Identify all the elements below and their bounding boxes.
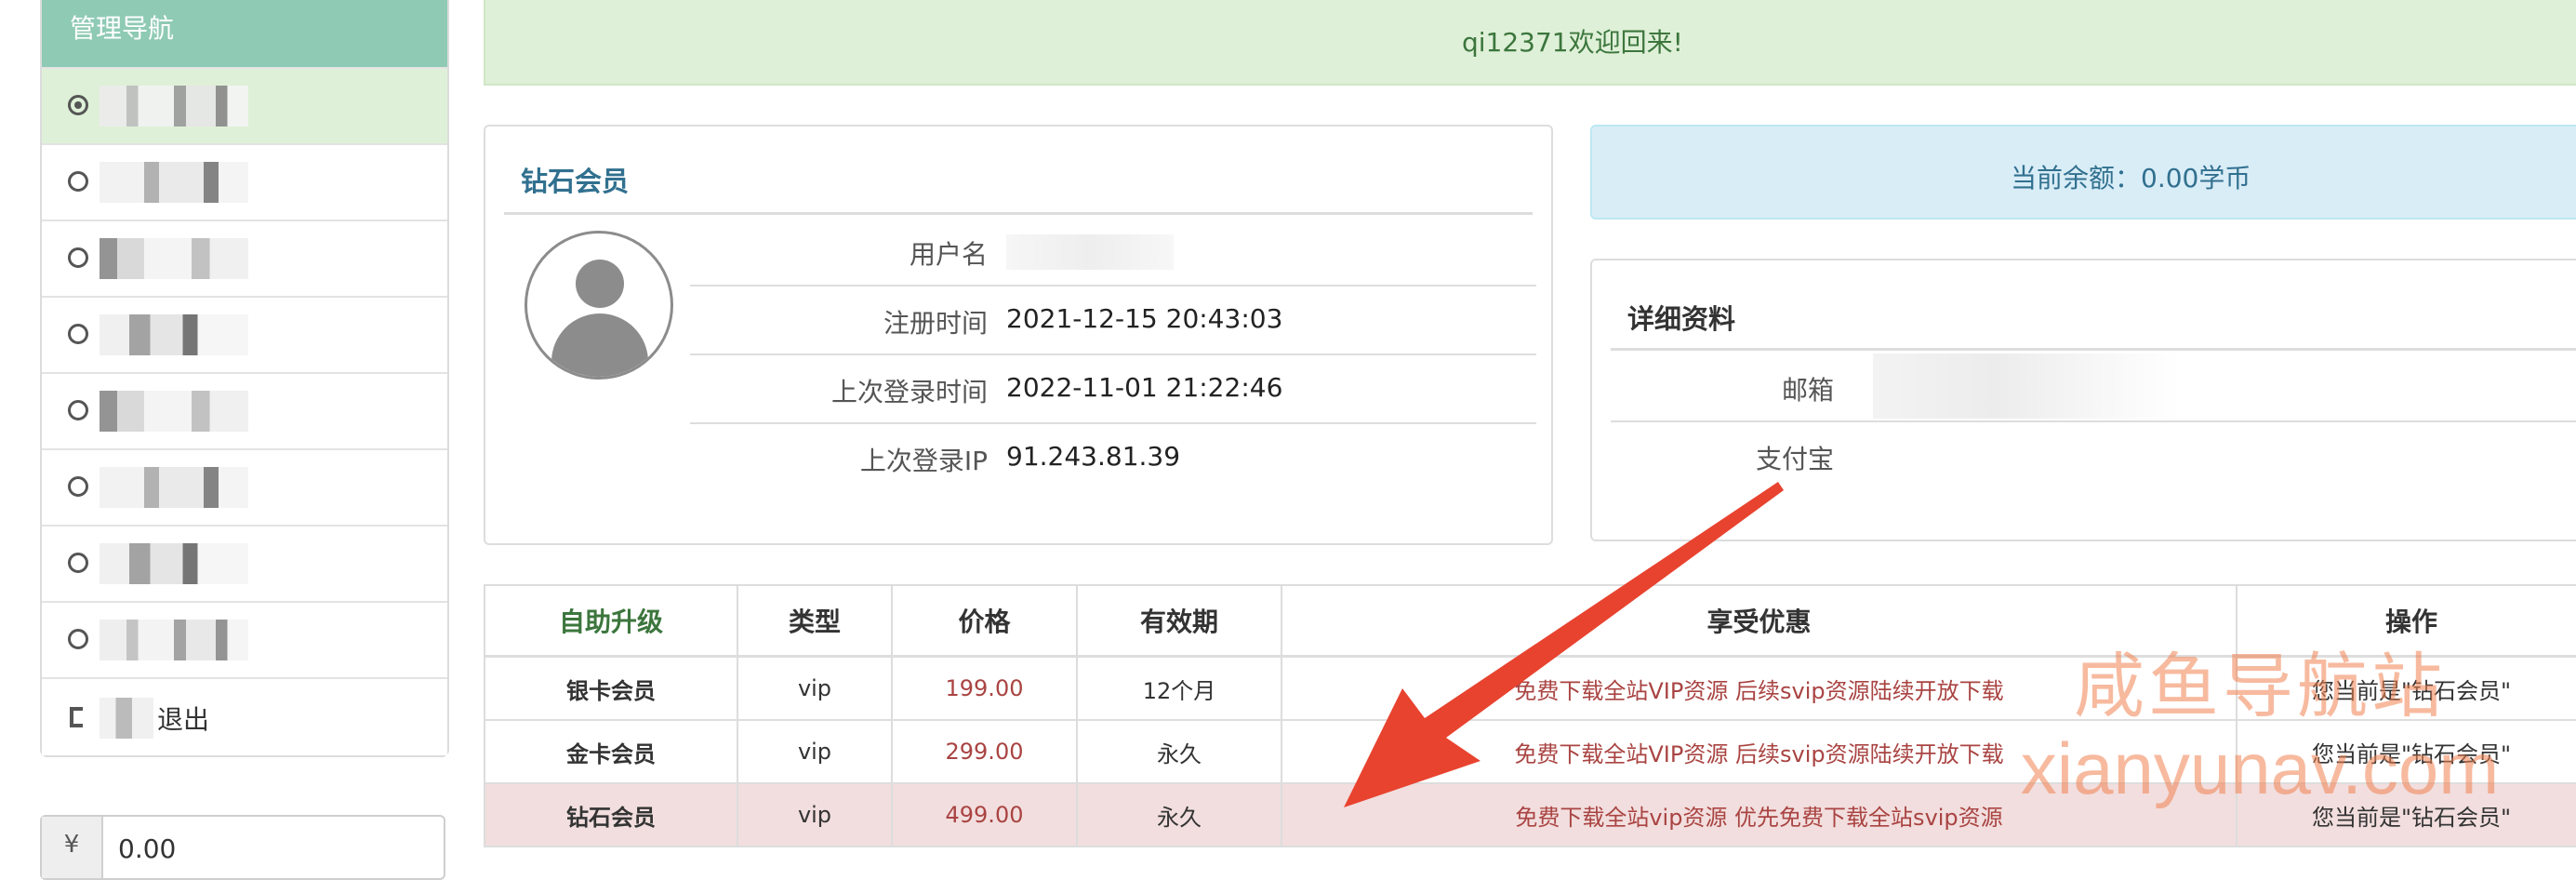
member-action: 您当前是"钻石会员" bbox=[2236, 655, 2576, 721]
redacted-label bbox=[100, 86, 248, 127]
radio-checked-icon bbox=[68, 95, 88, 115]
profile-panel: 钻石会员 用户名 注册时间 2021-12-15 20:43:03 上次登录时间… bbox=[484, 125, 1553, 545]
radio-icon bbox=[68, 476, 88, 497]
member-benefit: 免费下载全站VIP资源 后续svip资源陆续开放下载 bbox=[1281, 655, 2237, 721]
column-header: 自助升级 bbox=[484, 584, 738, 658]
sidebar-item-2[interactable] bbox=[42, 143, 447, 220]
redacted-label bbox=[100, 467, 248, 508]
member-benefit: 免费下载全站vip资源 优先免费下载全站svip资源 bbox=[1281, 782, 2237, 847]
member-action: 您当前是"钻石会员" bbox=[2236, 782, 2576, 847]
member-period: 永久 bbox=[1076, 782, 1282, 847]
logout-label: 退出 bbox=[157, 704, 210, 735]
avatar bbox=[524, 231, 673, 380]
sidebar-item-8[interactable] bbox=[42, 601, 447, 677]
sidebar-item-1[interactable] bbox=[42, 67, 447, 143]
redacted-label bbox=[100, 391, 248, 432]
member-name: 银卡会员 bbox=[484, 655, 738, 721]
detail-panel: 详细资料 邮箱 支付宝 bbox=[1590, 259, 2576, 541]
detail-label: 支付宝 bbox=[1755, 444, 1834, 474]
info-label: 上次登录IP bbox=[859, 446, 988, 476]
column-header: 享受优惠 bbox=[1281, 584, 2237, 658]
member-price: 199.00 bbox=[891, 655, 1078, 721]
sidebar-item-6[interactable] bbox=[42, 448, 447, 525]
balance-alert: 当前余额：0.00学币 bbox=[1590, 125, 2576, 220]
radio-icon bbox=[68, 324, 88, 344]
member-period: 12个月 bbox=[1076, 655, 1282, 721]
sidebar-item-3[interactable] bbox=[42, 220, 447, 296]
amount-input[interactable] bbox=[116, 822, 427, 874]
radio-icon bbox=[68, 553, 88, 573]
column-header: 类型 bbox=[737, 584, 893, 658]
redacted-label bbox=[100, 314, 248, 355]
info-row-username: 用户名 bbox=[690, 216, 1536, 287]
welcome-alert: qi12371欢迎回来! bbox=[484, 0, 2576, 86]
sidebar-nav: 管理导航 退出 bbox=[40, 0, 449, 757]
member-price: 299.00 bbox=[891, 719, 1078, 784]
radio-icon bbox=[68, 171, 88, 192]
info-row-register-time: 注册时间 2021-12-15 20:43:03 bbox=[690, 285, 1536, 355]
detail-row-alipay: 支付宝 bbox=[1611, 420, 2576, 489]
divider bbox=[504, 212, 1533, 215]
table-row[interactable]: 银卡会员 vip 199.00 12个月 免费下载全站VIP资源 后续svip资… bbox=[484, 655, 2576, 721]
currency-addon: ¥ bbox=[42, 817, 103, 878]
radio-icon bbox=[68, 247, 88, 268]
redacted-label bbox=[100, 162, 248, 203]
member-benefit: 免费下载全站VIP资源 后续svip资源陆续开放下载 bbox=[1281, 719, 2237, 784]
radio-icon bbox=[68, 400, 88, 420]
detail-row-email: 邮箱 bbox=[1611, 352, 2576, 422]
avatar-user-icon bbox=[576, 260, 624, 308]
info-label: 上次登录时间 bbox=[830, 377, 988, 407]
redacted-label bbox=[100, 620, 248, 660]
upgrade-table: 自助升级 类型 价格 有效期 享受优惠 操作 银卡会员 vip 199.00 1… bbox=[484, 584, 2576, 847]
redacted-label bbox=[100, 543, 248, 584]
detail-label: 邮箱 bbox=[1781, 375, 1834, 406]
radio-icon bbox=[68, 629, 88, 649]
amount-input-group: ¥ bbox=[40, 815, 445, 880]
redacted-email bbox=[1873, 353, 2180, 419]
info-label: 注册时间 bbox=[883, 308, 988, 339]
member-action: 您当前是"钻石会员" bbox=[2236, 719, 2576, 784]
info-value: 2021-12-15 20:43:03 bbox=[1006, 303, 1283, 334]
detail-title: 详细资料 bbox=[1627, 303, 1736, 335]
member-price: 499.00 bbox=[891, 782, 1078, 847]
info-label: 用户名 bbox=[909, 239, 988, 270]
sidebar-item-7[interactable] bbox=[42, 525, 447, 601]
member-period: 永久 bbox=[1076, 719, 1282, 784]
table-row[interactable]: 金卡会员 vip 299.00 永久 免费下载全站VIP资源 后续svip资源陆… bbox=[484, 719, 2576, 784]
info-row-last-login-time: 上次登录时间 2022-11-01 21:22:46 bbox=[690, 353, 1536, 424]
sidebar-header: 管理导航 bbox=[42, 0, 447, 67]
sidebar-item-4[interactable] bbox=[42, 296, 447, 372]
member-level-title: 钻石会员 bbox=[521, 166, 630, 197]
info-value: 91.243.81.39 bbox=[1006, 441, 1181, 472]
logout-icon bbox=[70, 707, 83, 727]
member-type: vip bbox=[737, 655, 893, 721]
divider bbox=[1611, 348, 2576, 351]
column-header: 价格 bbox=[891, 584, 1078, 658]
info-row-last-login-ip: 上次登录IP 91.243.81.39 bbox=[690, 422, 1536, 491]
redacted-label bbox=[100, 238, 248, 279]
redacted-username bbox=[1006, 234, 1174, 270]
sidebar-item-5[interactable] bbox=[42, 372, 447, 448]
info-value: 2022-11-01 21:22:46 bbox=[1006, 372, 1283, 403]
member-type: vip bbox=[737, 782, 893, 847]
table-header-row: 自助升级 类型 价格 有效期 享受优惠 操作 bbox=[484, 584, 2576, 658]
table-row-current[interactable]: 钻石会员 vip 499.00 永久 免费下载全站vip资源 优先免费下载全站s… bbox=[484, 782, 2576, 847]
member-name: 金卡会员 bbox=[484, 719, 738, 784]
avatar-user-icon-body bbox=[551, 313, 648, 377]
member-name: 钻石会员 bbox=[484, 782, 738, 847]
redacted-label bbox=[100, 698, 153, 739]
balance-text: 当前余额：0.00学币 bbox=[2011, 163, 2251, 193]
sidebar-item-logout[interactable]: 退出 bbox=[42, 677, 447, 755]
member-type: vip bbox=[737, 719, 893, 784]
welcome-text: qi12371欢迎回来! bbox=[1462, 27, 1683, 58]
column-header: 有效期 bbox=[1076, 584, 1282, 658]
column-header: 操作 bbox=[2236, 584, 2576, 658]
